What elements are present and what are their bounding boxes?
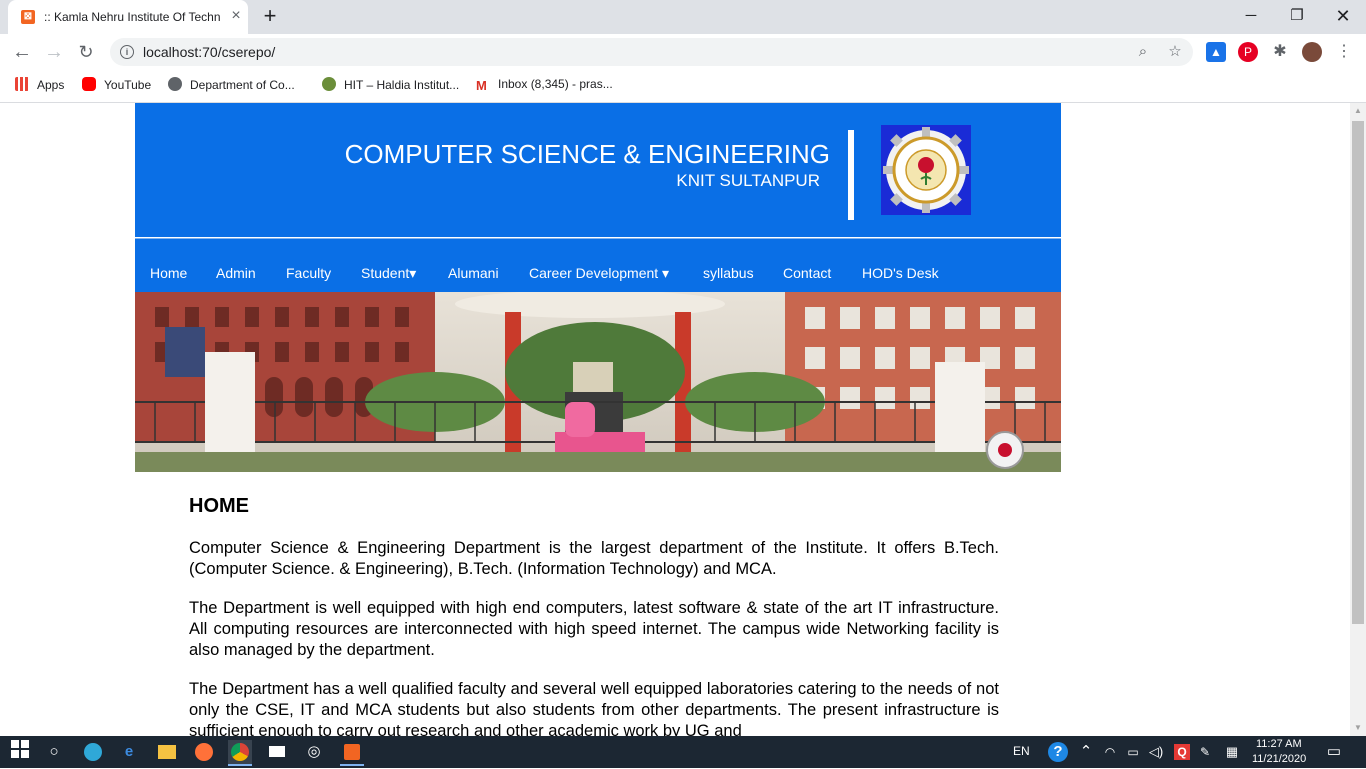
header-divider — [848, 130, 854, 220]
youtube-icon — [82, 77, 96, 91]
xampp-taskbar-icon[interactable] — [340, 740, 364, 766]
file-explorer-icon[interactable] — [155, 740, 179, 764]
pen-icon[interactable]: ✎ — [1193, 740, 1217, 764]
nav-career-development[interactable]: Career Development ▾ — [529, 265, 669, 282]
wifi-icon[interactable]: ◠ — [1098, 740, 1122, 764]
extension-icon[interactable]: ▲ — [1206, 42, 1226, 62]
pinterest-icon[interactable]: P — [1238, 42, 1258, 62]
content-paragraph: The Department has a well qualified facu… — [189, 680, 999, 736]
internet-explorer-icon[interactable]: e — [117, 740, 141, 764]
windows-taskbar: ○ e ◎ EN ? ⌃ ◠ ▭ ◁) Q ✎ ▦ 11:27 AM 11/21… — [0, 736, 1366, 768]
bookmark-gmail[interactable]: M Inbox (8,345) - pras... — [476, 77, 613, 95]
nav-syllabus[interactable]: syllabus — [703, 265, 754, 281]
mail-icon[interactable] — [265, 740, 289, 764]
back-button[interactable]: ← — [8, 38, 36, 66]
web-page: COMPUTER SCIENCE & ENGINEERING KNIT SULT… — [0, 103, 1350, 736]
menu-icon[interactable]: ⋮ — [1334, 42, 1354, 62]
bookmark-apps[interactable]: Apps — [15, 77, 64, 95]
bookmark-youtube[interactable]: YouTube — [82, 77, 151, 95]
address-bar[interactable]: i localhost:70/cserepo/ ⌕ ☆ — [110, 38, 1193, 66]
bookmark-hit[interactable]: HIT – Haldia Institut... — [322, 77, 459, 95]
forward-button[interactable]: → — [40, 38, 68, 66]
bookmark-department[interactable]: Department of Co... — [168, 77, 295, 95]
chrome-icon[interactable] — [228, 740, 252, 766]
tab-title: :: Kamla Nehru Institute Of Techn — [44, 10, 221, 24]
browser-toolbar: ← → ↻ i localhost:70/cserepo/ ⌕ ☆ ▲ P ✱ … — [0, 34, 1366, 70]
reload-button[interactable]: ↻ — [72, 38, 100, 66]
scroll-down-arrow[interactable]: ▼ — [1350, 720, 1366, 736]
bookmark-star-icon[interactable]: ☆ — [1165, 42, 1185, 62]
nav-admin[interactable]: Admin — [216, 265, 256, 281]
nav-student[interactable]: Student▾ — [361, 265, 416, 282]
campus-banner-image — [135, 292, 1061, 472]
scroll-thumb[interactable] — [1352, 121, 1364, 624]
globe-icon — [168, 77, 182, 91]
nav-alumani[interactable]: Alumani — [448, 265, 499, 281]
nav-hods-desk[interactable]: HOD's Desk — [862, 265, 939, 281]
extensions-puzzle-icon[interactable]: ✱ — [1270, 42, 1290, 62]
tab-strip: ⊠ :: Kamla Nehru Institute Of Techn × + … — [0, 0, 1366, 34]
page-title: COMPUTER SCIENCE & ENGINEERING — [344, 139, 830, 169]
clock-time[interactable]: 11:27 AM — [1256, 738, 1302, 750]
hit-logo-icon — [322, 77, 336, 91]
profile-avatar[interactable] — [1302, 42, 1322, 62]
close-icon[interactable]: × — [228, 8, 244, 24]
site-header: COMPUTER SCIENCE & ENGINEERING KNIT SULT… — [135, 103, 1061, 237]
scroll-up-arrow[interactable]: ▲ — [1350, 103, 1366, 119]
notification-icon[interactable]: ▭ — [1322, 740, 1346, 764]
media-icon[interactable]: ◎ — [302, 740, 326, 764]
q-app-icon[interactable]: Q — [1170, 740, 1194, 764]
main-nav: Home Admin Faculty Student▾ Alumani Care… — [135, 238, 1061, 293]
volume-icon[interactable]: ◁) — [1144, 740, 1168, 764]
institute-logo — [881, 125, 971, 215]
content-paragraph: Computer Science & Engineering Departmen… — [189, 539, 999, 578]
help-icon[interactable]: ? — [1046, 740, 1070, 764]
restore-button[interactable]: ❐ — [1274, 2, 1320, 30]
nav-faculty[interactable]: Faculty — [286, 265, 331, 281]
gmail-icon: M — [476, 79, 490, 93]
windows-start-icon[interactable] — [8, 740, 32, 764]
search-circle-icon[interactable]: ○ — [42, 740, 66, 764]
page-scrollbar[interactable]: ▲ ▼ — [1350, 103, 1366, 736]
content-paragraph: The Department is well equipped with hig… — [189, 599, 999, 659]
language-indicator[interactable]: EN — [1013, 744, 1030, 758]
keyboard-icon[interactable]: ▦ — [1220, 740, 1244, 764]
url-text[interactable]: localhost:70/cserepo/ — [143, 44, 275, 60]
bookmarks-bar: Apps YouTube Department of Co... HIT – H… — [0, 70, 1366, 103]
battery-icon[interactable]: ▭ — [1121, 740, 1145, 764]
edge-icon[interactable] — [81, 740, 105, 764]
new-tab-button[interactable]: + — [258, 5, 282, 29]
zoom-icon[interactable]: ⌕ — [1133, 42, 1153, 62]
browser-tab[interactable]: ⊠ :: Kamla Nehru Institute Of Techn × — [8, 0, 248, 34]
minimize-button[interactable]: ─ — [1228, 2, 1274, 30]
chevron-up-icon[interactable]: ⌃ — [1074, 740, 1098, 764]
main-content: HOME Computer Science & Engineering Depa… — [189, 495, 999, 736]
page-subtitle: KNIT SULTANPUR — [676, 171, 820, 190]
close-window-button[interactable]: ✕ — [1320, 2, 1366, 30]
info-icon[interactable]: i — [120, 45, 134, 59]
content-heading: HOME — [189, 495, 249, 517]
firefox-icon[interactable] — [192, 740, 216, 764]
nav-contact[interactable]: Contact — [783, 265, 831, 281]
xampp-icon: ⊠ — [21, 10, 35, 24]
clock-date[interactable]: 11/21/2020 — [1252, 753, 1306, 765]
nav-home[interactable]: Home — [150, 265, 187, 281]
apps-grid-icon — [15, 77, 29, 91]
